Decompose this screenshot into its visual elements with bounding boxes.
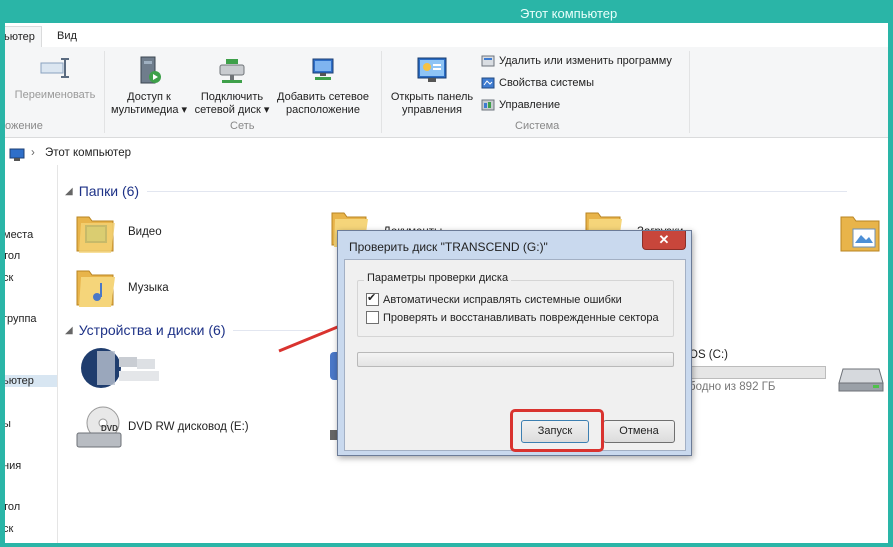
network-drive-icon	[219, 59, 245, 83]
nav-item-selected[interactable]: ьютер	[5, 375, 57, 387]
folder-label[interactable]: Музыка	[128, 282, 169, 294]
system-properties-icon	[481, 77, 495, 89]
uninstall-program-label: Удалить или изменить программу	[499, 55, 672, 67]
auto-fix-label: Автоматически исправлять системные ошибк…	[383, 293, 622, 306]
breadcrumb-path[interactable]: Этот компьютер	[45, 147, 131, 159]
tab-computer[interactable]: ьютер	[5, 26, 42, 48]
music-folder-icon	[76, 270, 115, 307]
system-properties-item[interactable]: Свойства системы	[481, 76, 594, 90]
ribbon-separator	[104, 51, 105, 133]
video-folder-icon	[76, 216, 115, 253]
nav-item[interactable]: ния	[5, 460, 21, 472]
system-properties-label: Свойства системы	[499, 77, 595, 89]
options-group-label: Параметры проверки диска	[364, 272, 512, 284]
programs-icon	[481, 55, 495, 67]
os-drive-free: бодно из 892 ГБ	[689, 381, 776, 393]
nav-item[interactable]: ск	[5, 523, 13, 535]
blurred-device[interactable]	[79, 345, 179, 394]
dvd-drive-label[interactable]: DVD RW дисковод (E:)	[128, 421, 249, 433]
cancel-button[interactable]: Отмена	[603, 420, 675, 443]
media-access-button[interactable]: Доступ к мультимедиа ▾	[107, 53, 191, 117]
management-item[interactable]: Управление	[481, 98, 560, 112]
navigation-pane: места тол ск группа ьютер ы ния тол ск	[5, 165, 58, 543]
nav-item[interactable]: места	[5, 229, 33, 241]
map-network-drive-label: Подключить сетевой диск ▾	[194, 91, 270, 116]
folder-video[interactable]	[75, 209, 117, 258]
open-control-panel-label: Открыть панель управления	[390, 91, 474, 116]
media-server-icon	[140, 56, 161, 84]
nav-item[interactable]: тол	[5, 501, 20, 513]
auto-fix-checkbox[interactable]: Автоматически исправлять системные ошибк…	[366, 291, 622, 306]
control-panel-icon	[417, 57, 447, 82]
rename-label: Переименовать	[14, 89, 96, 101]
add-network-location-button[interactable]: Добавить сетевое расположение	[273, 53, 373, 117]
window-title: Этот компьютер	[520, 6, 618, 21]
computer-icon	[9, 148, 25, 161]
scan-sectors-label: Проверять и восстанавливать поврежденные…	[383, 311, 659, 324]
progress-bar	[357, 352, 674, 367]
start-button-highlight	[510, 409, 604, 452]
folder-music[interactable]	[75, 263, 117, 312]
nav-item[interactable]: ы	[5, 418, 11, 430]
uninstall-program-item[interactable]: Удалить или изменить программу	[481, 54, 672, 68]
chevron-down-icon: ◢	[65, 185, 73, 197]
nav-item[interactable]: тол	[5, 250, 20, 262]
title-bar: Этот компьютер	[5, 5, 888, 23]
management-label: Управление	[499, 99, 561, 111]
ribbon-tabs: ьютер Вид	[5, 23, 888, 48]
map-network-drive-button[interactable]: Подключить сетевой диск ▾	[192, 53, 272, 117]
group-label-system: Система	[515, 120, 560, 132]
close-icon: ✕	[658, 232, 670, 247]
ribbon-separator	[381, 51, 382, 133]
nav-item[interactable]: ск	[5, 272, 13, 284]
management-icon	[481, 99, 495, 111]
group-label-network: Сеть	[230, 120, 255, 132]
section-divider	[147, 190, 848, 192]
devices-section-title: Устройства и диски (6)	[78, 322, 226, 338]
hard-drive[interactable]	[837, 361, 885, 396]
dvd-badge: DVD	[101, 424, 118, 433]
close-button[interactable]: ✕	[642, 231, 686, 250]
folder-pictures[interactable]	[839, 209, 883, 258]
folder-label[interactable]: Видео	[128, 226, 162, 238]
rename-icon	[40, 58, 69, 78]
folders-section-title: Папки (6)	[78, 183, 140, 199]
checkbox-checked[interactable]	[366, 291, 379, 306]
folders-section-header[interactable]: ◢ Папки (6)	[65, 183, 848, 199]
scan-sectors-checkbox[interactable]: Проверять и восстанавливать поврежденные…	[366, 311, 659, 324]
group-label-organize: ожение	[5, 120, 43, 132]
os-drive-label[interactable]: OS (C:)	[689, 349, 728, 361]
device-icon	[81, 348, 159, 388]
open-control-panel-button[interactable]: Открыть панель управления	[384, 53, 480, 117]
media-access-label: Доступ к мультимедиа ▾	[110, 91, 188, 116]
checkbox-unchecked[interactable]	[366, 311, 379, 324]
options-group: Параметры проверки диска Автоматически и…	[357, 272, 674, 337]
hard-drive-icon	[838, 368, 884, 392]
rename-button[interactable]: Переименовать	[7, 53, 103, 102]
breadcrumb-separator: ›	[31, 147, 35, 159]
nav-item[interactable]: группа	[5, 313, 37, 325]
tab-view[interactable]: Вид	[51, 26, 83, 46]
dialog-title: Проверить диск "TRANSCEND (G:)"	[349, 240, 548, 254]
ribbon: Переименовать ожение Доступ к мультимеди…	[5, 47, 888, 138]
add-network-location-label: Добавить сетевое расположение	[277, 91, 369, 116]
address-bar[interactable]: › Этот компьютер	[5, 145, 888, 165]
pictures-folder-icon	[840, 216, 880, 252]
ribbon-separator	[689, 51, 690, 133]
os-drive-usage-bar	[691, 366, 826, 379]
chevron-down-icon: ◢	[65, 324, 73, 336]
network-location-icon	[312, 58, 334, 80]
